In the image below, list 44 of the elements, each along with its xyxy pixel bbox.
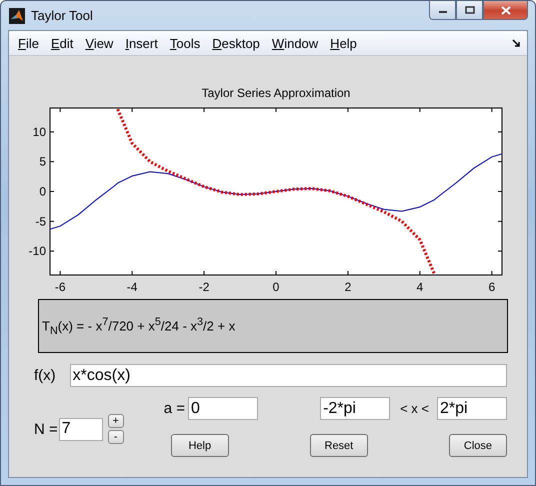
menu-item[interactable]: File — [13, 36, 46, 50]
chart-title: Taylor Series Approximation — [202, 86, 350, 100]
y-tick-label: 0 — [39, 184, 46, 198]
y-tick-label: -5 — [35, 214, 46, 228]
function-field[interactable]: x*cos(x) — [70, 364, 507, 387]
x-tick-label: 4 — [416, 280, 424, 294]
menu-item[interactable]: Help — [325, 36, 364, 50]
minimize-button[interactable] — [429, 1, 456, 20]
upper-bound-field[interactable]: 2*pi — [437, 397, 507, 420]
window-title: Taylor Tool — [31, 8, 93, 23]
x-tick-label: -2 — [198, 280, 210, 294]
menu-item[interactable]: Tools — [164, 36, 208, 50]
function-label: f(x) — [34, 367, 56, 384]
lower-bound-field[interactable]: -2*pi — [320, 397, 390, 420]
app-icon — [9, 8, 25, 24]
menu-item[interactable]: Window — [266, 36, 326, 50]
increment-button[interactable]: + — [108, 414, 124, 428]
close-icon — [500, 6, 510, 14]
menu-item[interactable]: View — [80, 36, 120, 50]
decrement-button[interactable]: - — [108, 430, 124, 444]
x-tick-label: 2 — [344, 280, 352, 294]
maximize-icon — [464, 6, 474, 14]
x-tick-label: -6 — [54, 280, 66, 294]
maximize-button[interactable] — [456, 1, 483, 20]
formula-text: T$_{N}$(x) = - x$^{7}$/720 + x$^{5}$/24 - x$^{3}$/2 + x — [42, 316, 236, 336]
y-tick-label: 10 — [32, 124, 46, 139]
close-button[interactable] — [483, 1, 528, 20]
menu-item[interactable]: Insert — [120, 36, 165, 50]
push-button[interactable]: Close — [448, 434, 507, 457]
x-tick-label: 0 — [272, 280, 280, 294]
x-tick-label: -4 — [126, 280, 138, 294]
order-label: N = — [34, 420, 58, 438]
expansion-point-field[interactable]: 0 — [188, 397, 258, 420]
push-button[interactable]: Reset — [310, 434, 368, 457]
push-button[interactable]: Help — [170, 434, 229, 457]
range-label: < x < — [400, 401, 429, 416]
expansion-point-label: a = — [164, 400, 186, 417]
arrow-icon[interactable] — [512, 38, 521, 48]
order-field[interactable]: 7 — [58, 418, 103, 440]
menu-item[interactable]: Desktop — [207, 36, 267, 50]
menu-item[interactable]: Edit — [46, 36, 80, 50]
y-tick-label: 5 — [39, 154, 46, 169]
y-tick-label: -10 — [28, 244, 46, 258]
x-tick-label: 6 — [488, 280, 496, 294]
